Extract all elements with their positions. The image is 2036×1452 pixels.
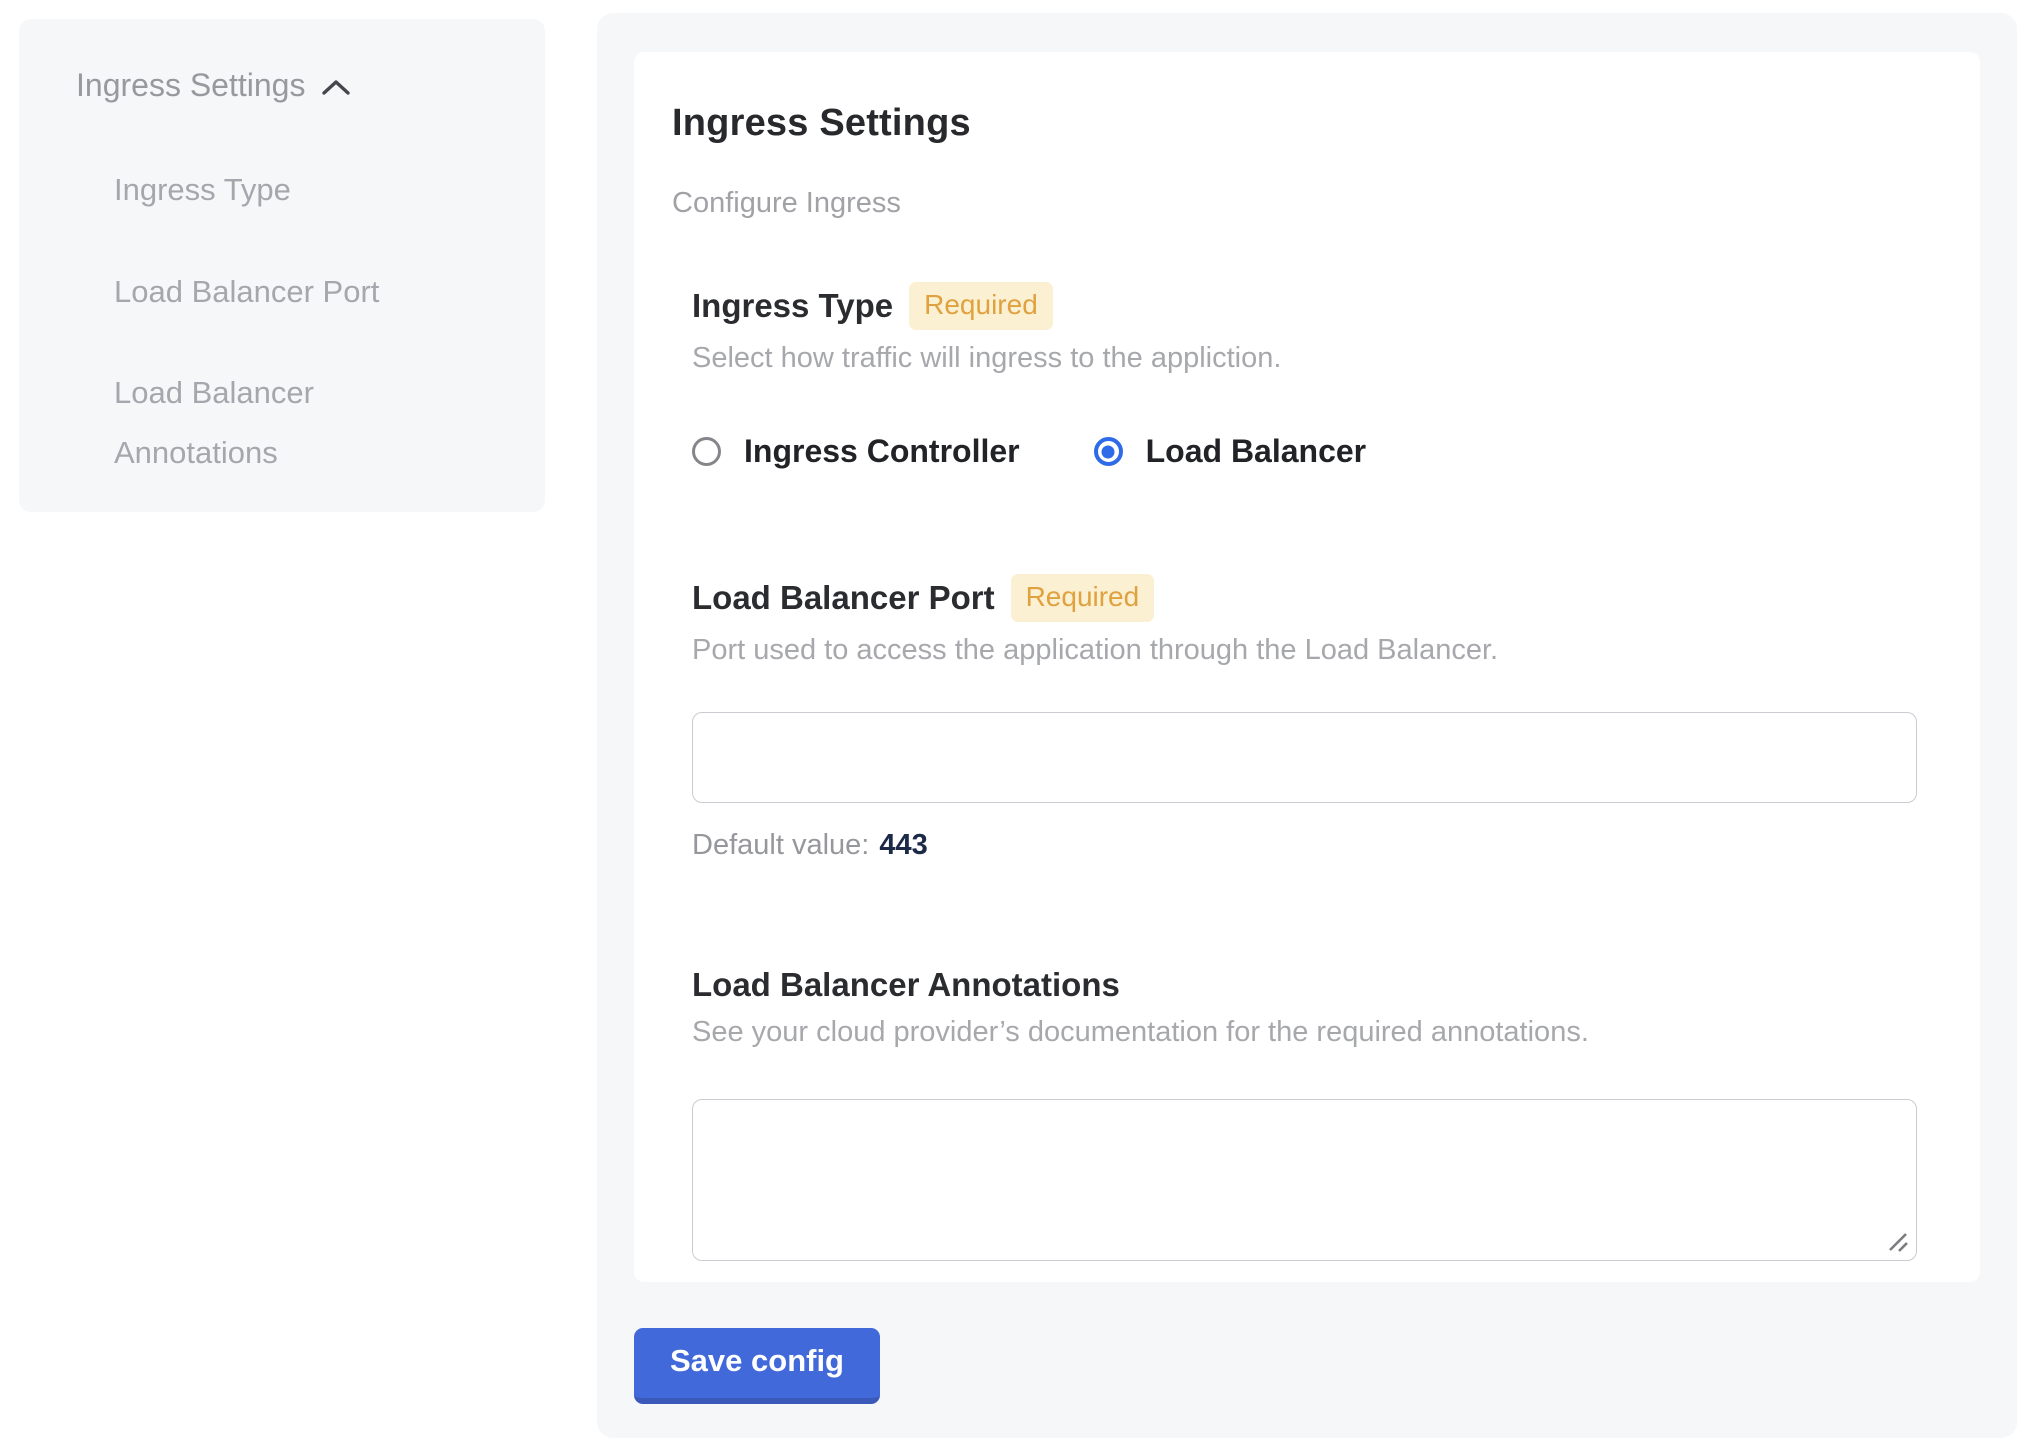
default-value: 443 (879, 829, 927, 861)
radio-ingress-controller-label[interactable]: Ingress Controller (744, 433, 1020, 470)
settings-nav-sidebar: Ingress Settings Ingress Type Load Balan… (19, 19, 545, 512)
default-value-label: Default value: (692, 829, 869, 861)
radio-load-balancer[interactable]: Load Balancer (1094, 433, 1367, 470)
page-title: Ingress Settings (672, 102, 1917, 145)
lb-port-description: Port used to access the application thro… (692, 634, 1917, 667)
ingress-type-description: Select how traffic will ingress to the a… (692, 342, 1917, 375)
settings-main-panel: Ingress Settings Configure Ingress Ingre… (597, 13, 2017, 1438)
radio-selected-icon[interactable] (1094, 437, 1123, 466)
lb-port-label: Load Balancer Port (692, 579, 995, 617)
radio-unselected-icon[interactable] (692, 437, 721, 466)
lb-annotations-label: Load Balancer Annotations (692, 966, 1120, 1004)
section-load-balancer-annotations: Load Balancer Annotations See your cloud… (692, 966, 1917, 1261)
ingress-settings-card: Ingress Settings Configure Ingress Ingre… (634, 52, 1980, 1282)
save-config-button[interactable]: Save config (634, 1328, 880, 1404)
section-ingress-type: Ingress Type Required Select how traffic… (692, 282, 1917, 470)
form-sections: Ingress Type Required Select how traffic… (692, 282, 1917, 1261)
page-subtitle: Configure Ingress (672, 187, 1917, 220)
required-badge: Required (909, 282, 1053, 330)
ingress-type-radio-group: Ingress Controller Load Balancer (692, 433, 1917, 470)
sidebar-item-ingress-type[interactable]: Ingress Type (114, 160, 435, 220)
section-load-balancer-port: Load Balancer Port Required Port used to… (692, 574, 1917, 862)
sidebar-group-label: Ingress Settings (76, 67, 305, 104)
sidebar-item-load-balancer-annotations[interactable]: Load Balancer Annotations (114, 363, 435, 482)
radio-load-balancer-label[interactable]: Load Balancer (1146, 433, 1367, 470)
required-badge: Required (1011, 574, 1155, 622)
default-value-line: Default value: 443 (692, 829, 1917, 862)
sidebar-item-load-balancer-port[interactable]: Load Balancer Port (114, 262, 435, 322)
ingress-type-label: Ingress Type (692, 287, 893, 325)
sidebar-item-list: Ingress Type Load Balancer Port Load Bal… (76, 160, 505, 482)
chevron-up-icon (321, 78, 351, 98)
lb-annotations-description: See your cloud provider’s documentation … (692, 1016, 1917, 1049)
sidebar-group-ingress-settings[interactable]: Ingress Settings (76, 67, 505, 104)
load-balancer-annotations-textarea[interactable] (692, 1099, 1917, 1261)
load-balancer-port-input[interactable] (692, 712, 1917, 803)
radio-ingress-controller[interactable]: Ingress Controller (692, 433, 1020, 470)
